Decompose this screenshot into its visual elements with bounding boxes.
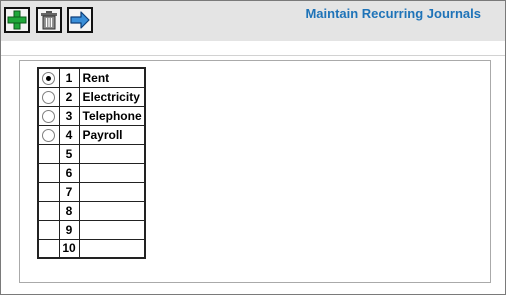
delete-journal-button[interactable] bbox=[36, 7, 62, 33]
radio-cell bbox=[37, 238, 60, 259]
journal-name bbox=[78, 238, 146, 259]
app-window: Maintain Recurring Journals 1 Rent 2 Electr… bbox=[0, 0, 506, 295]
journal-number: 10 bbox=[58, 238, 80, 259]
journal-number: 2 bbox=[58, 86, 80, 107]
page-title: Maintain Recurring Journals bbox=[305, 6, 481, 21]
journal-row: 2 Electricity bbox=[37, 86, 146, 107]
add-icon bbox=[7, 10, 27, 30]
journal-number: 9 bbox=[58, 219, 80, 240]
toolbar: Maintain Recurring Journals bbox=[1, 1, 505, 41]
journal-select-radio[interactable] bbox=[42, 71, 56, 85]
radio-cell bbox=[37, 86, 60, 107]
radio-cell bbox=[37, 143, 60, 164]
next-button[interactable] bbox=[67, 7, 93, 33]
radio-cell bbox=[37, 105, 60, 126]
journal-number: 3 bbox=[58, 105, 80, 126]
journal-name[interactable]: Payroll bbox=[78, 124, 146, 145]
trash-icon bbox=[41, 11, 57, 30]
journal-select-radio[interactable] bbox=[42, 90, 56, 104]
radio-cell bbox=[37, 67, 60, 88]
journal-row: 4 Payroll bbox=[37, 124, 146, 145]
journal-name bbox=[78, 200, 146, 221]
radio-cell bbox=[37, 219, 60, 240]
journal-row: 9 bbox=[37, 219, 146, 240]
arrow-right-icon bbox=[70, 11, 90, 29]
journal-number: 8 bbox=[58, 200, 80, 221]
journal-row: 3 Telephone bbox=[37, 105, 146, 126]
content-panel: 1 Rent 2 Electricity 3 Telephone 4 Payroll 5 6 7 8 9… bbox=[19, 60, 491, 283]
journal-name bbox=[78, 219, 146, 240]
journal-name[interactable]: Rent bbox=[78, 67, 146, 88]
journal-number: 1 bbox=[58, 67, 80, 88]
journal-number: 5 bbox=[58, 143, 80, 164]
journal-row: 8 bbox=[37, 200, 146, 221]
toolbar-separator bbox=[1, 41, 505, 56]
journal-name bbox=[78, 162, 146, 183]
journal-name[interactable]: Telephone bbox=[78, 105, 146, 126]
journal-number: 6 bbox=[58, 162, 80, 183]
radio-cell bbox=[37, 200, 60, 221]
journal-row: 6 bbox=[37, 162, 146, 183]
recurring-journals-table: 1 Rent 2 Electricity 3 Telephone 4 Payroll 5 6 7 8 9… bbox=[37, 67, 146, 259]
journal-select-radio[interactable] bbox=[42, 109, 56, 123]
journal-row: 1 Rent bbox=[37, 67, 146, 88]
radio-cell bbox=[37, 181, 60, 202]
radio-cell bbox=[37, 162, 60, 183]
journal-row: 10 bbox=[37, 238, 146, 259]
journal-name[interactable]: Electricity bbox=[78, 86, 146, 107]
journal-name bbox=[78, 181, 146, 202]
journal-name bbox=[78, 143, 146, 164]
radio-cell bbox=[37, 124, 60, 145]
journal-number: 4 bbox=[58, 124, 80, 145]
journal-select-radio[interactable] bbox=[42, 128, 56, 142]
add-journal-button[interactable] bbox=[4, 7, 30, 33]
journal-number: 7 bbox=[58, 181, 80, 202]
journal-row: 5 bbox=[37, 143, 146, 164]
journal-row: 7 bbox=[37, 181, 146, 202]
